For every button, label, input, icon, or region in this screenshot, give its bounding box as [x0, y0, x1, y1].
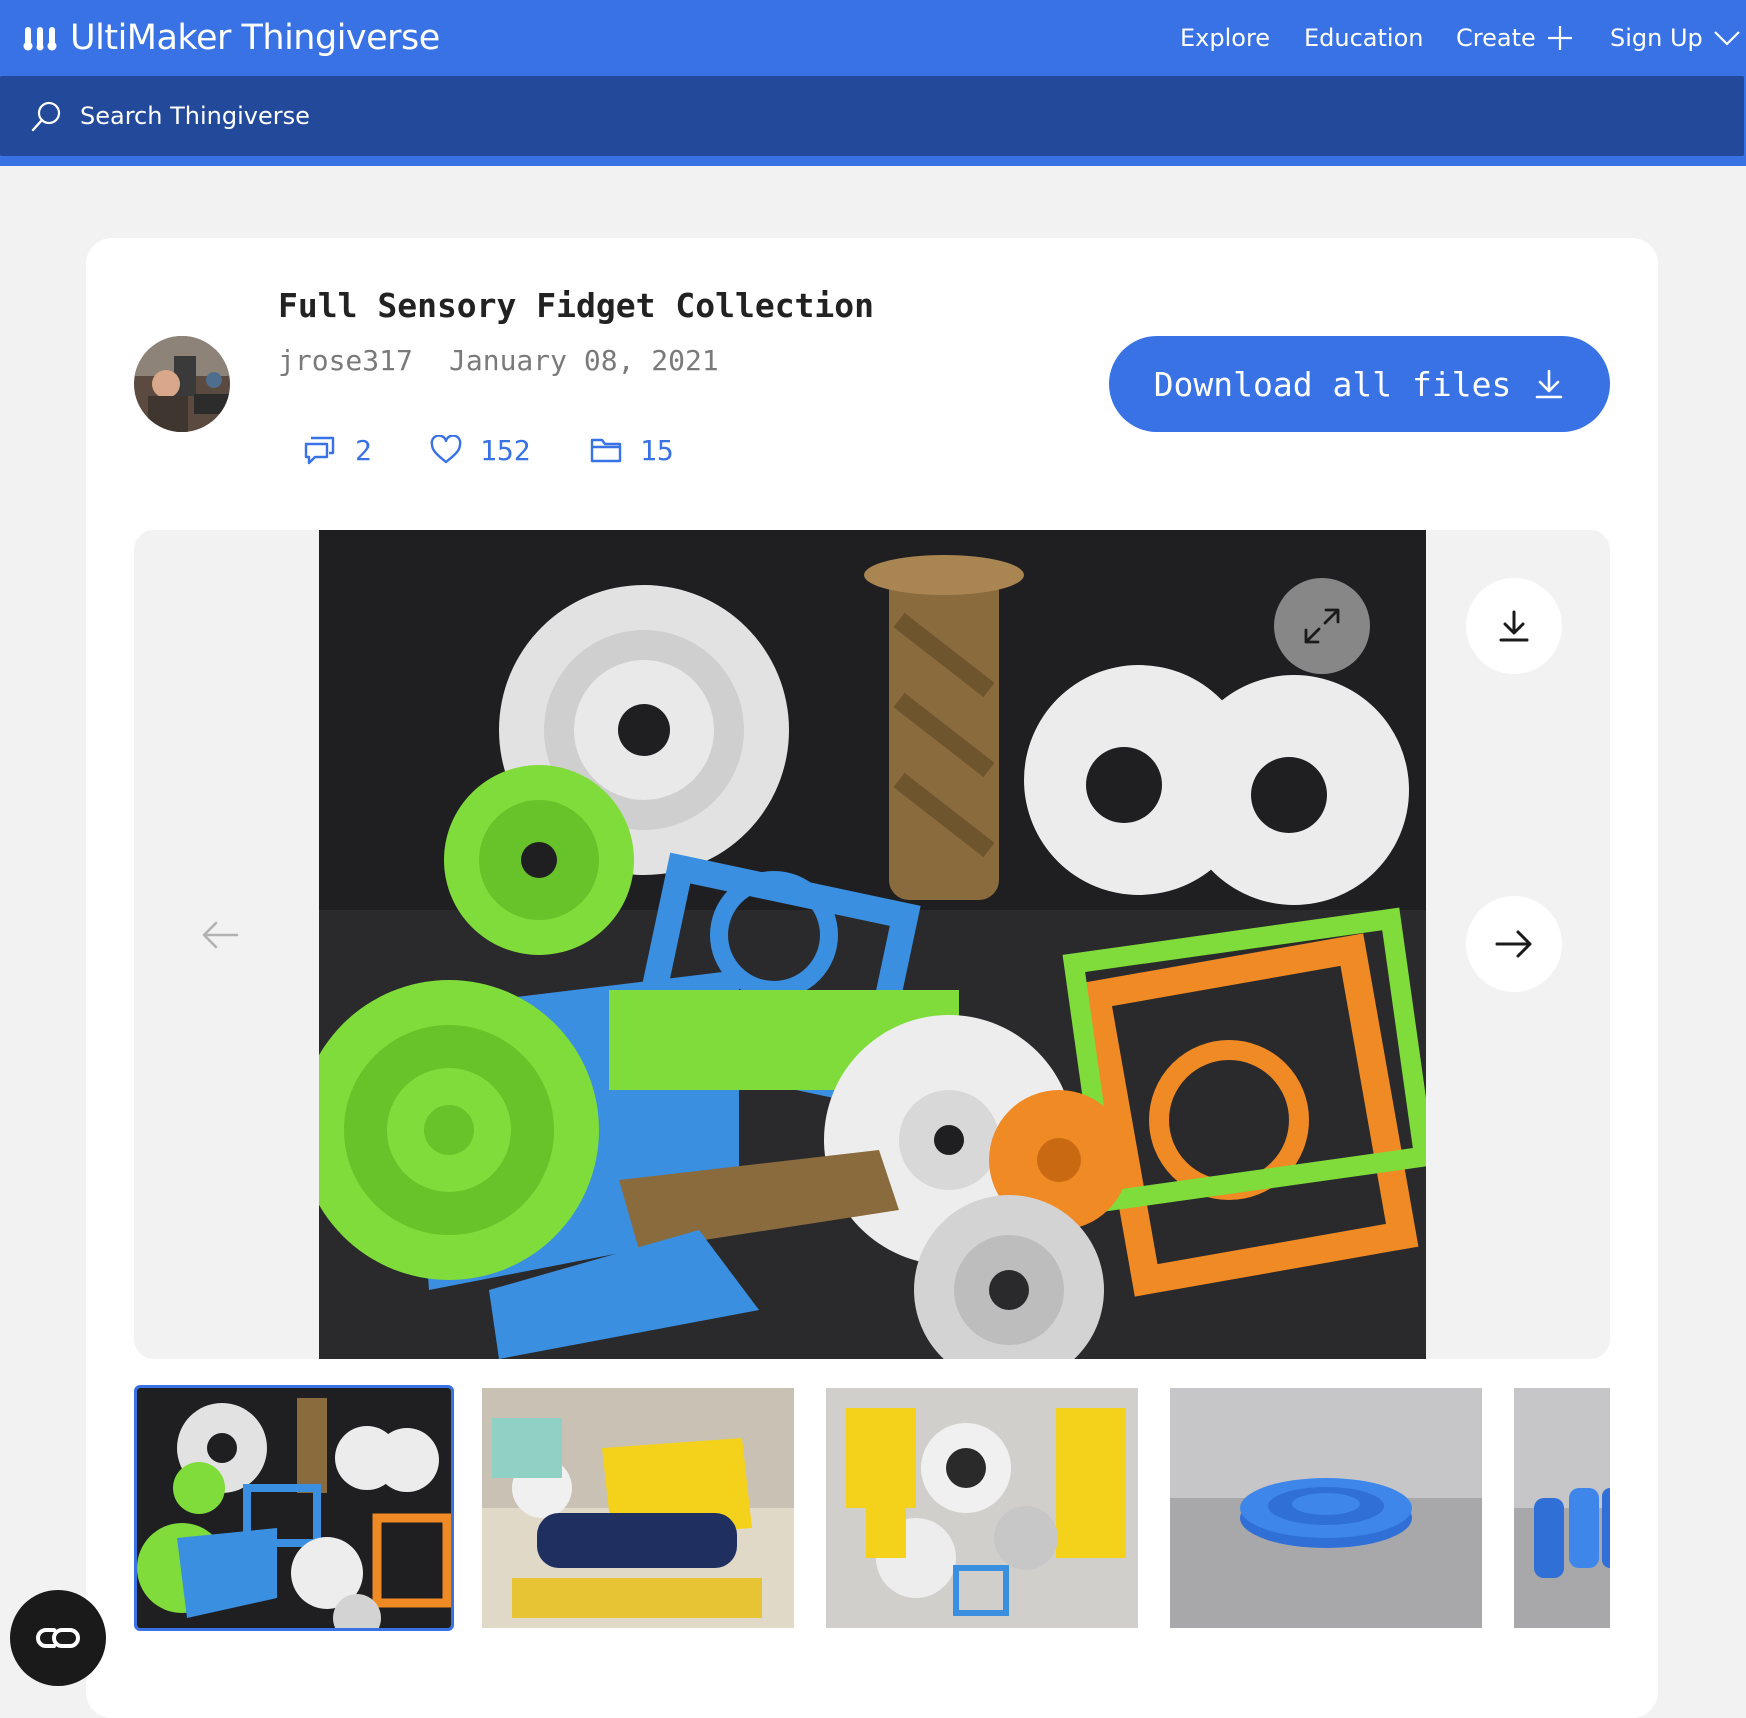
download-all-button[interactable]: Download all files — [1109, 336, 1610, 432]
download-all-label: Download all files — [1153, 364, 1512, 404]
publish-date: January 08, 2021 — [449, 344, 719, 377]
thumbnail-5[interactable] — [1514, 1388, 1610, 1628]
search-icon[interactable] — [30, 100, 62, 134]
cookie-settings-icon — [36, 1628, 80, 1648]
download-icon — [1536, 369, 1563, 399]
comments-icon — [304, 436, 335, 465]
expand-icon — [1304, 608, 1340, 644]
author-link[interactable]: jrose317 — [278, 344, 413, 377]
nav-explore-label: Explore — [1180, 24, 1271, 52]
thumbnail-photo — [137, 1388, 451, 1628]
expand-image-button[interactable] — [1274, 578, 1370, 674]
thumbnail-1[interactable] — [134, 1385, 454, 1631]
thumbnail-photo — [1514, 1388, 1610, 1628]
nav-explore[interactable]: Explore — [1180, 18, 1270, 58]
main-image-photo — [319, 530, 1426, 1359]
collections-count[interactable]: 15 — [590, 430, 674, 470]
nav-education-label: Education — [1304, 24, 1424, 52]
cookie-settings-button[interactable] — [10, 1590, 106, 1686]
folder-icon — [590, 438, 622, 463]
thumbnail-3[interactable] — [826, 1388, 1138, 1628]
download-icon — [1499, 610, 1529, 642]
thumbnail-photo — [1170, 1388, 1482, 1628]
collections-count-value: 15 — [640, 433, 674, 467]
plus-icon — [1547, 26, 1572, 50]
main-image[interactable] — [319, 530, 1426, 1359]
thumbnail-photo — [826, 1388, 1138, 1628]
comments-count[interactable]: 2 — [303, 430, 372, 470]
thumbnail-2[interactable] — [482, 1388, 794, 1628]
thumbnail-4[interactable] — [1170, 1388, 1482, 1628]
likes-count-value: 152 — [480, 433, 531, 467]
thumbnail-photo — [482, 1388, 794, 1628]
top-navigation: UltiMaker Thingiverse Explore Education … — [0, 0, 1746, 166]
next-image-button[interactable] — [1466, 896, 1562, 992]
search-input[interactable] — [80, 96, 1280, 136]
nav-create-label: Create — [1456, 24, 1536, 52]
thingiverse-logo[interactable]: UltiMaker Thingiverse — [22, 18, 440, 58]
thing-title: Full Sensory Fidget Collection — [278, 286, 875, 325]
avatar[interactable] — [134, 336, 230, 432]
nav-sign-up-label: Sign Up — [1610, 24, 1703, 52]
arrow-left-icon — [202, 921, 239, 949]
nav-education[interactable]: Education — [1304, 18, 1423, 58]
download-image-button[interactable] — [1466, 578, 1562, 674]
comments-count-value: 2 — [355, 433, 372, 467]
arrow-right-icon — [1495, 930, 1532, 958]
search-bar — [0, 76, 1744, 156]
nav-sign-up[interactable]: Sign Up — [1610, 18, 1741, 58]
previous-image-button[interactable] — [200, 920, 240, 954]
avatar-image — [134, 336, 230, 432]
likes-count[interactable]: 152 — [430, 430, 531, 470]
brand-name: UltiMaker Thingiverse — [70, 18, 440, 58]
heart-icon — [430, 435, 462, 464]
chevron-down-icon — [1714, 31, 1740, 46]
thingiverse-logo-icon — [23, 27, 57, 51]
nav-create[interactable]: Create — [1456, 18, 1574, 58]
